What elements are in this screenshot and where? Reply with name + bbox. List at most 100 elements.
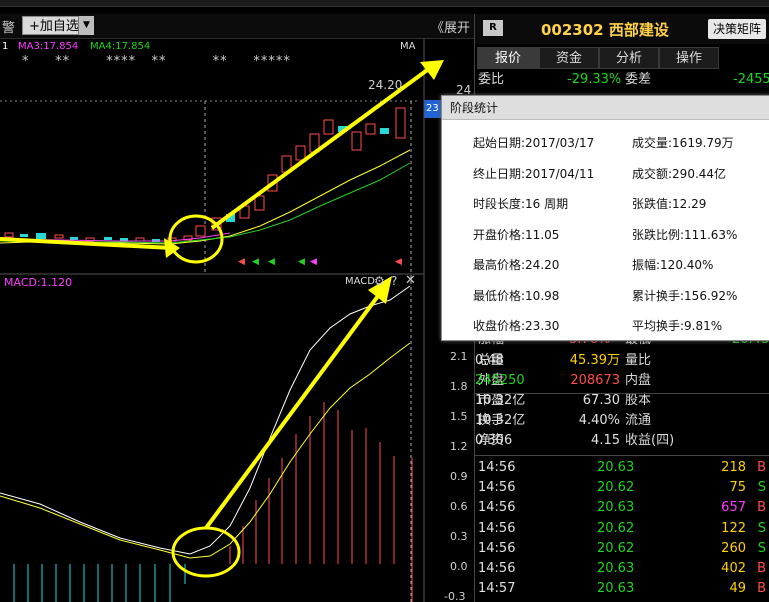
stat-row: 市盈 67.30 股本 10.32亿 [475, 391, 769, 411]
tick-side: S [757, 520, 766, 536]
tick-price: 20.63 [597, 460, 635, 475]
tick-time: 14:56 [478, 500, 516, 516]
tick-row[interactable]: 14:57 20.63 49 B [475, 579, 769, 599]
svg-text:◀: ◀ [238, 257, 245, 267]
weicha-value: -2455 [733, 72, 769, 87]
stat-value: 0.306 [475, 433, 513, 448]
popup-stat-right: 张跌值:12.29 [632, 197, 707, 211]
kline-chart[interactable]: ◀ ◀ ◀ ◀ ◀ ◀ [0, 38, 474, 602]
stat-value: 245250 [475, 373, 525, 388]
svg-text:◀: ◀ [310, 257, 317, 267]
decision-matrix-button[interactable]: 决策矩阵 [708, 19, 766, 39]
macd-axis-tick: 2.1 [450, 350, 468, 363]
help-icon[interactable]: ? [391, 274, 397, 288]
annotation-circle-bottom [171, 526, 241, 578]
tick-volume: 49 [729, 581, 746, 597]
macd-axis-tick: 0.9 [450, 470, 468, 483]
top-menu-strip [0, 0, 769, 7]
tick-volume: 657 [721, 500, 746, 516]
macd-axis-tick: 1.8 [450, 380, 468, 393]
tick-volume: 122 [721, 520, 746, 536]
stat-label: 流通 [625, 413, 652, 428]
popup-stat-right: 振幅:120.40% [632, 258, 714, 272]
tick-price: 20.63 [597, 581, 635, 597]
macd-axis-tick: 0.3 [450, 530, 468, 543]
divider [475, 393, 769, 394]
close-icon[interactable]: ✕ [405, 273, 416, 288]
chart-toolbar: 警 +加自选 ▼ 《展开 [0, 14, 474, 39]
svg-text:◀: ◀ [268, 257, 275, 267]
popup-body: 起始日期:2017/03/17 成交量:1619.79万终止日期:2017/04/… [442, 124, 769, 336]
tick-time: 14:56 [478, 540, 516, 556]
tick-row[interactable]: 14:56 20.63 218 B [475, 458, 769, 478]
macd-value-label: MACD:1.120 [4, 276, 73, 289]
stat-value: 4.40% [578, 413, 620, 428]
tick-side: B [757, 460, 766, 475]
stat-value: 208673 [570, 373, 620, 388]
popup-stat-left: 收盘价格:23.30 [473, 319, 560, 333]
tick-list[interactable]: 14:56 20.63 218 B 14:56 20.62 75 S 14:56 20.63 657… [475, 456, 769, 602]
tick-time: 14:57 [478, 581, 516, 597]
stock-title: 002302 西部建设 [541, 21, 669, 39]
tick-row[interactable]: 14:56 20.62 260 S [475, 539, 769, 559]
popup-stat-right: 张跌比例:111.63% [632, 227, 738, 242]
popup-stat-left: 终止日期:2017/04/11 [473, 166, 595, 181]
tick-time: 14:56 [478, 520, 516, 536]
tick-time: 14:56 [478, 480, 516, 496]
tick-volume: 402 [721, 561, 746, 576]
tick-price: 20.62 [597, 520, 635, 536]
weibi-label: 委比 [478, 72, 505, 87]
weibi-row: 委比 -29.33% 委差 -2455 [475, 70, 769, 90]
tick-side: S [757, 480, 766, 496]
tick-row[interactable]: 14:56 20.62 75 S [475, 478, 769, 498]
tick-volume: 260 [721, 540, 746, 556]
tick-volume: 218 [721, 460, 746, 475]
tick-price: 20.63 [597, 561, 635, 576]
tab-quote[interactable]: 报价 [477, 47, 539, 69]
tick-price: 20.63 [597, 500, 635, 516]
stats-table: 总量 45.39万 量比 0.48 外盘 208673 内盘 245250 市盈 67.30 股本 1… [475, 351, 769, 451]
stage-stats-popup[interactable]: 阶段统计 起始日期:2017/03/17 成交量:1619.79万终止日期:201… [441, 95, 769, 341]
stat-label: 股本 [625, 393, 652, 408]
tick-row[interactable]: 14:56 20.62 122 S [475, 519, 769, 539]
popup-title: 阶段统计 [442, 96, 769, 120]
popup-stat-right: 平均换手:9.81% [632, 319, 723, 333]
macd-dea-line [0, 342, 411, 559]
stat-row: 换手 4.40% 流通 10.32亿 [475, 411, 769, 431]
tick-time: 14:56 [478, 561, 516, 576]
tab-funds[interactable]: 资金 [539, 47, 599, 69]
tick-price: 20.62 [597, 480, 635, 496]
svg-text:◀: ◀ [298, 257, 305, 267]
macd-axis-tick: -0.3 [444, 590, 466, 602]
svg-text:◀: ◀ [252, 257, 259, 267]
macd-axis: 2.1 1.8 1.5 1.2 0.9 0.6 0.3 0.0 -0.3 [426, 340, 470, 602]
tick-side: S [757, 540, 766, 556]
tick-side: B [757, 581, 766, 597]
macd-axis-tick: 1.5 [450, 410, 468, 423]
svg-text:◀: ◀ [395, 257, 402, 267]
stat-row: 外盘 208673 内盘 245250 [475, 371, 769, 391]
popup-stat-left: 起始日期:2017/03/17 [473, 136, 595, 150]
tick-row[interactable]: 14:56 20.63 657 B [475, 498, 769, 518]
popup-stat-right: 成交额:290.44亿 [632, 166, 727, 181]
tick-row[interactable]: 14:56 20.63 402 B [475, 559, 769, 579]
expand-toggle[interactable]: 《展开 [431, 17, 470, 36]
chevron-down-icon[interactable]: ▼ [78, 16, 94, 35]
popup-stat-right: 成交量:1619.79万 [632, 136, 734, 150]
stat-value: 67.30 [582, 393, 620, 408]
stat-value: 4.15 [591, 433, 620, 448]
macd-axis-tick: 0.6 [450, 500, 468, 513]
tick-volume: 75 [729, 480, 746, 496]
popup-stat-right: 累计换手:156.92% [632, 288, 738, 303]
stat-value: 10.32亿 [475, 413, 526, 428]
tab-analysis[interactable]: 分析 [599, 47, 659, 69]
stat-label: 收益(四) [625, 433, 675, 448]
macd-axis-tick: 1.2 [450, 440, 468, 453]
gear-icon[interactable]: ⚙ [374, 274, 385, 288]
popup-stat-left: 开盘价格:11.05 [473, 227, 560, 242]
tab-operation[interactable]: 操作 [659, 47, 719, 69]
macd-histogram [13, 402, 413, 602]
r-badge[interactable]: R [483, 20, 503, 36]
stat-value: 10.32亿 [475, 393, 526, 408]
signal-markers: ◀ ◀ ◀ ◀ ◀ ◀ [238, 257, 402, 267]
